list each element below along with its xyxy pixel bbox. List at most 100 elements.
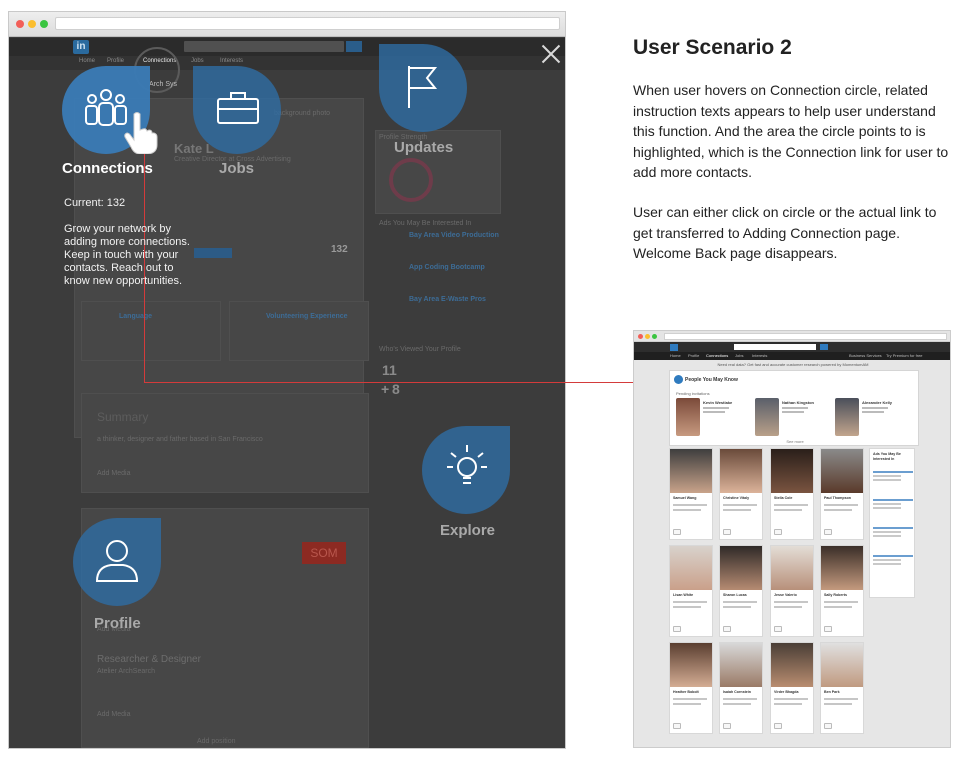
thumb-connect-button (774, 529, 782, 535)
close-window-dot[interactable] (16, 20, 24, 28)
thumb-text-line (774, 509, 802, 511)
thumb-text-line (824, 504, 858, 506)
arch-tag: Arch Sys (149, 81, 178, 88)
thumb-connect-button (774, 723, 782, 729)
thumb-person-card: Paul Thompson (820, 448, 864, 540)
thumb-person-name: Stella Cole (774, 496, 793, 500)
thumb-person-photo (670, 643, 712, 687)
connections-count[interactable]: 132 (331, 244, 348, 255)
updates-label[interactable]: Updates (394, 139, 453, 156)
thumb-text-line (824, 509, 852, 511)
thumb-invitation-name: Nathan Kingston (782, 400, 814, 405)
thumb-connect-button (673, 529, 681, 535)
thumb-invitation: Alexander Kelly (835, 398, 893, 436)
thumb-connect-button (824, 723, 832, 729)
description-line: Keep in touch with your (64, 249, 179, 261)
ad-title-3[interactable]: Bay Area E-Waste Pros (409, 296, 486, 303)
thumb-text-line (673, 698, 707, 700)
thumb-pending-label: Pending invitations (676, 391, 710, 396)
linkedin-logo[interactable]: in (73, 40, 89, 54)
thumb-invitation-name: Alexander Kelly (862, 400, 893, 405)
viewed-title: Who's Viewed Your Profile (379, 346, 461, 353)
top-nav: in (9, 38, 565, 56)
thumb-panel-title: People You May Know (685, 377, 738, 383)
thumb-nav-premium: Try Premium for free (886, 353, 923, 358)
explore-label[interactable]: Explore (440, 522, 495, 539)
thumb-linkedin-logo (670, 344, 678, 351)
thumb-text-line (723, 698, 757, 700)
thumb-person-name: Ben Park (824, 690, 840, 694)
thumb-connect-button (824, 626, 832, 632)
thumb-search-input (734, 344, 816, 350)
profile-label[interactable]: Profile (94, 615, 141, 632)
thumb-person-card: Heather Bobolt (669, 642, 713, 734)
thumb-text-line (774, 601, 808, 603)
nav-interests[interactable]: Interests (220, 58, 243, 64)
nav-jobs[interactable]: Jobs (191, 58, 204, 64)
ad-title-2[interactable]: App Coding Bootcamp (409, 264, 485, 271)
add-position-link[interactable]: Add position (197, 738, 236, 745)
summary-title: Summary (97, 410, 149, 424)
thumb-text-line (824, 601, 858, 603)
description-line: Grow your network by (64, 223, 171, 235)
thumb-invitation: Nathan Kingston (755, 398, 814, 436)
thumb-text-line (673, 504, 707, 506)
thumb-avatar (835, 398, 859, 436)
description-line: know new opportunities. (64, 275, 183, 287)
pointer-hand-icon (124, 112, 158, 154)
thumb-ad-item (873, 553, 913, 567)
address-bar[interactable] (55, 17, 560, 30)
briefcase-icon (217, 92, 259, 124)
thumb-person-name: Lisan White (673, 593, 694, 597)
thumb-text-line (824, 606, 852, 608)
connections-label[interactable]: Connections (62, 160, 153, 177)
ad-title-1[interactable]: Bay Area Video Production (409, 232, 499, 239)
thumb-person-photo (821, 546, 863, 590)
search-input[interactable] (184, 41, 344, 52)
nav-home[interactable]: Home (79, 58, 95, 64)
maximize-window-dot[interactable] (40, 20, 48, 28)
thumb-person-name: Paul Thompson (824, 496, 851, 500)
thumb-connect-button (774, 626, 782, 632)
thumb-text-line (723, 509, 751, 511)
thumb-ads-title: Ads You May Be Interested In (873, 452, 901, 461)
viewed-count-1: 11 (382, 362, 397, 378)
nav-profile[interactable]: Profile (107, 58, 124, 64)
thumb-person-photo (771, 546, 813, 590)
thumb-ad-item (873, 525, 913, 539)
thumb-person-photo (670, 546, 712, 590)
thumb-person-photo (670, 449, 712, 493)
minimize-window-dot[interactable] (28, 20, 36, 28)
thumb-connect-button (723, 723, 731, 729)
add-media-label-3[interactable]: Add Media (97, 711, 130, 718)
close-overlay-icon[interactable] (539, 42, 563, 66)
thumb-text-line (703, 407, 729, 409)
jobs-label[interactable]: Jobs (219, 160, 254, 177)
edit-profile-button[interactable] (194, 248, 232, 258)
thumb-browser-chrome (634, 331, 950, 342)
thumb-text-line (723, 606, 751, 608)
thumb-person-card: Ben Park (820, 642, 864, 734)
add-media-label[interactable]: Add Media (97, 470, 130, 477)
thumb-avatar (755, 398, 779, 436)
thumb-person-name: Virder Bhagda (774, 690, 799, 694)
thumb-text-line (673, 703, 701, 705)
language-section (81, 301, 221, 361)
thumb-max-dot (652, 334, 657, 339)
thumb-nav-connections: Connections (706, 353, 729, 358)
volunteering-section (229, 301, 369, 361)
thumb-text-line (824, 698, 858, 700)
thumb-top-nav (634, 342, 950, 352)
thumb-pymk-panel: People You May Know Pending invitations … (669, 370, 919, 446)
viewed-count-2: 8 (392, 381, 400, 397)
thumb-text-line (723, 504, 757, 506)
thumb-person-photo (720, 546, 762, 590)
thumb-panel-icon (674, 375, 683, 384)
thumb-connect-button (723, 626, 731, 632)
thumb-ads-sidebar: Ads You May Be Interested In (869, 448, 915, 598)
search-button[interactable] (346, 41, 362, 52)
thumb-min-dot (645, 334, 650, 339)
user-icon (95, 540, 139, 582)
volunteering-title: Volunteering Experience (266, 313, 348, 320)
summary-section (81, 393, 369, 493)
